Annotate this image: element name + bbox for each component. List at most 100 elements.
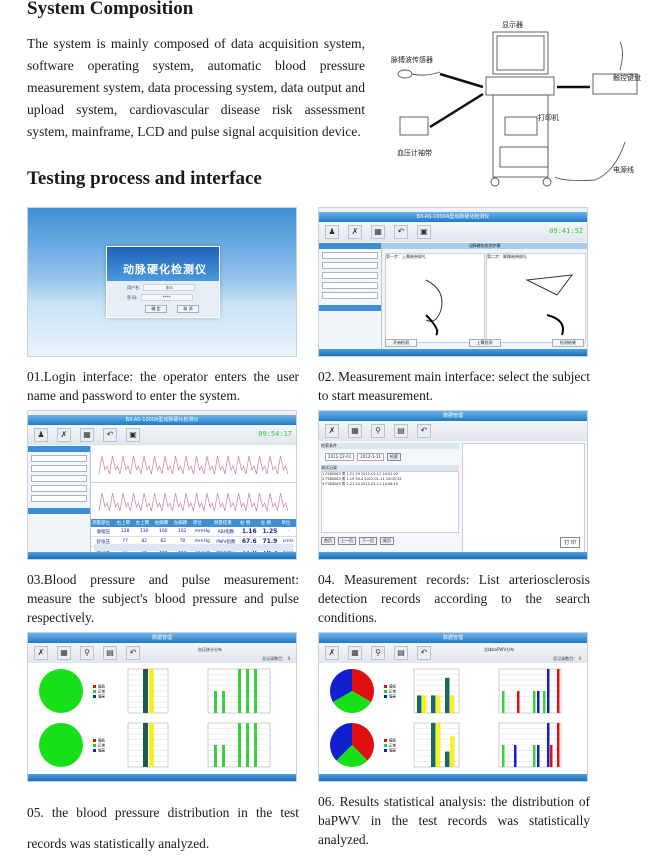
mainframe-illustration	[485, 76, 555, 96]
field[interactable]	[322, 272, 378, 279]
caption-04: 04. Measurement records: List arterioscl…	[318, 572, 590, 625]
caption-01: 01.Login interface: the operator enters …	[27, 369, 299, 403]
list-item[interactable]: 3 F580063 男 1.21 24 2012-01-11 14:08:10	[322, 482, 458, 487]
screenshot-bp-distribution: 数据管理 ✗ ▦ ⚲ ▤ ↶ 血压统计分布 总记录数目： 4 偏低 正常 偏高 偏低正…	[27, 632, 297, 782]
date-to[interactable]: 2012-1-11	[357, 453, 384, 461]
user-icon[interactable]: ♟	[325, 225, 339, 239]
legend-swatch	[93, 690, 96, 693]
tools-icon[interactable]: ✗	[325, 646, 339, 660]
record-count: 总记录数目： 4	[553, 656, 581, 661]
field[interactable]	[31, 485, 87, 492]
legend-label: 偏低	[98, 684, 105, 689]
field[interactable]	[31, 455, 87, 462]
back-icon[interactable]: ↶	[417, 646, 431, 660]
search-icon[interactable]: ⚲	[371, 646, 385, 660]
bar	[537, 745, 540, 767]
table-header: 右脚踝	[154, 521, 169, 526]
table-header: 测量部位	[92, 521, 110, 526]
records-icon[interactable]: ▦	[80, 428, 94, 442]
legend-swatch	[93, 685, 96, 688]
legend-label: 正常	[389, 743, 397, 748]
page-nav-button[interactable]: 首页	[321, 537, 335, 545]
field[interactable]	[322, 282, 378, 289]
app-title: BX-AS-1000A型动脉硬化检测仪	[319, 212, 587, 222]
records-icon[interactable]: ▦	[57, 646, 71, 660]
field[interactable]	[31, 465, 87, 472]
toolbar: ♟ ✗ ▦ ↶ ▣ 09:41:52	[319, 222, 587, 242]
page-nav-button[interactable]: 尾页	[380, 537, 394, 545]
bar	[557, 669, 560, 713]
chart-title: 血压统计分布	[198, 647, 222, 652]
bar	[254, 669, 257, 713]
tools-icon[interactable]: ✗	[325, 424, 339, 438]
ok-button[interactable]: 确 定	[145, 305, 167, 313]
password-input[interactable]: ****	[140, 294, 193, 301]
heading-system-composition: System Composition	[27, 0, 194, 19]
back-icon[interactable]: ↶	[126, 646, 140, 660]
results-button[interactable]: 检测结果	[552, 339, 584, 347]
pie-slice	[39, 669, 83, 713]
bar	[143, 723, 148, 767]
clock: 09:54:17	[258, 430, 292, 438]
legend-swatch	[384, 744, 387, 747]
arrow-sensor	[439, 72, 484, 89]
records-icon[interactable]: ▦	[371, 225, 385, 239]
back-icon[interactable]: ↶	[394, 225, 408, 239]
stats-icon[interactable]: ▤	[103, 646, 117, 660]
back-icon[interactable]: ↶	[417, 424, 431, 438]
date-from[interactable]: 2011-12-01	[325, 453, 355, 461]
legend-label: 偏低	[389, 684, 397, 689]
cancel-button[interactable]: 取 消	[177, 305, 199, 313]
panel-title: 数据管理	[319, 411, 587, 421]
table-header: 单位	[281, 521, 291, 526]
page-nav-button[interactable]: 上一页	[338, 537, 356, 545]
tools-icon[interactable]: ✗	[57, 428, 71, 442]
screenshot-login: 动脉硬化检测仪 用户名: doc 密 码: **** 确 定 取 消	[27, 207, 297, 357]
field[interactable]	[322, 252, 378, 259]
exit-icon[interactable]: ▣	[126, 428, 140, 442]
table-cell: 128	[115, 527, 135, 537]
screenshot-bp-pulse: BX-AS-1000A型动脉硬化检测仪 ♟ ✗ ▦ ↶ ▣ 09:54:17 测…	[27, 410, 297, 560]
bar	[445, 751, 450, 767]
bar	[238, 669, 241, 713]
start-test-button[interactable]: 开始检测	[385, 339, 417, 347]
legend-label: 正常	[98, 689, 105, 694]
page-nav-button[interactable]: 下一页	[359, 537, 377, 545]
records-icon[interactable]: ▦	[348, 646, 362, 660]
bar	[445, 677, 450, 713]
bar	[246, 669, 249, 713]
username-input[interactable]: doc	[143, 284, 196, 291]
tools-icon[interactable]: ✗	[348, 225, 362, 239]
user-icon[interactable]: ♟	[34, 428, 48, 442]
field[interactable]	[322, 292, 378, 299]
system-diagram: 显示器 脉搏波传感器 触控键盘 打印机 血压计袖带 电源线	[391, 21, 641, 187]
legend-swatch	[384, 739, 387, 742]
back-icon[interactable]: ↶	[103, 428, 117, 442]
bar	[547, 669, 550, 713]
bp-charts: 偏低正常偏高偏低正常偏高	[39, 668, 271, 768]
table-cell: 1.25	[259, 527, 281, 537]
records-icon[interactable]: ▦	[348, 424, 362, 438]
table-header: 左脚踝	[173, 521, 188, 526]
arm-test-button[interactable]: 上臂检测	[468, 339, 501, 347]
field[interactable]	[31, 475, 87, 482]
search-icon[interactable]: ⚲	[80, 646, 94, 660]
label-keyboard: 触控键盘	[613, 73, 641, 82]
cuff-illustration	[399, 116, 429, 136]
print-button[interactable]: 打 印	[560, 537, 580, 548]
bar	[436, 723, 441, 767]
field[interactable]	[322, 262, 378, 269]
search-button[interactable]: 检索	[386, 453, 401, 461]
search-icon[interactable]: ⚲	[371, 424, 385, 438]
caption-02: 02. Measurement main interface: select t…	[318, 369, 590, 403]
chart-title: 总体baPWV分布	[484, 647, 515, 652]
legend-label: 偏高	[389, 694, 397, 699]
tools-icon[interactable]: ✗	[34, 646, 48, 660]
field[interactable]	[31, 495, 87, 502]
exit-icon[interactable]: ▣	[417, 225, 431, 239]
stats-icon[interactable]: ▤	[394, 424, 408, 438]
stats-icon[interactable]: ▤	[394, 646, 408, 660]
app-title: BX-AS-1000A型动脉硬化检测仪	[28, 415, 296, 425]
record-count: 总记录数目： 4	[262, 656, 290, 661]
bar	[533, 691, 536, 713]
